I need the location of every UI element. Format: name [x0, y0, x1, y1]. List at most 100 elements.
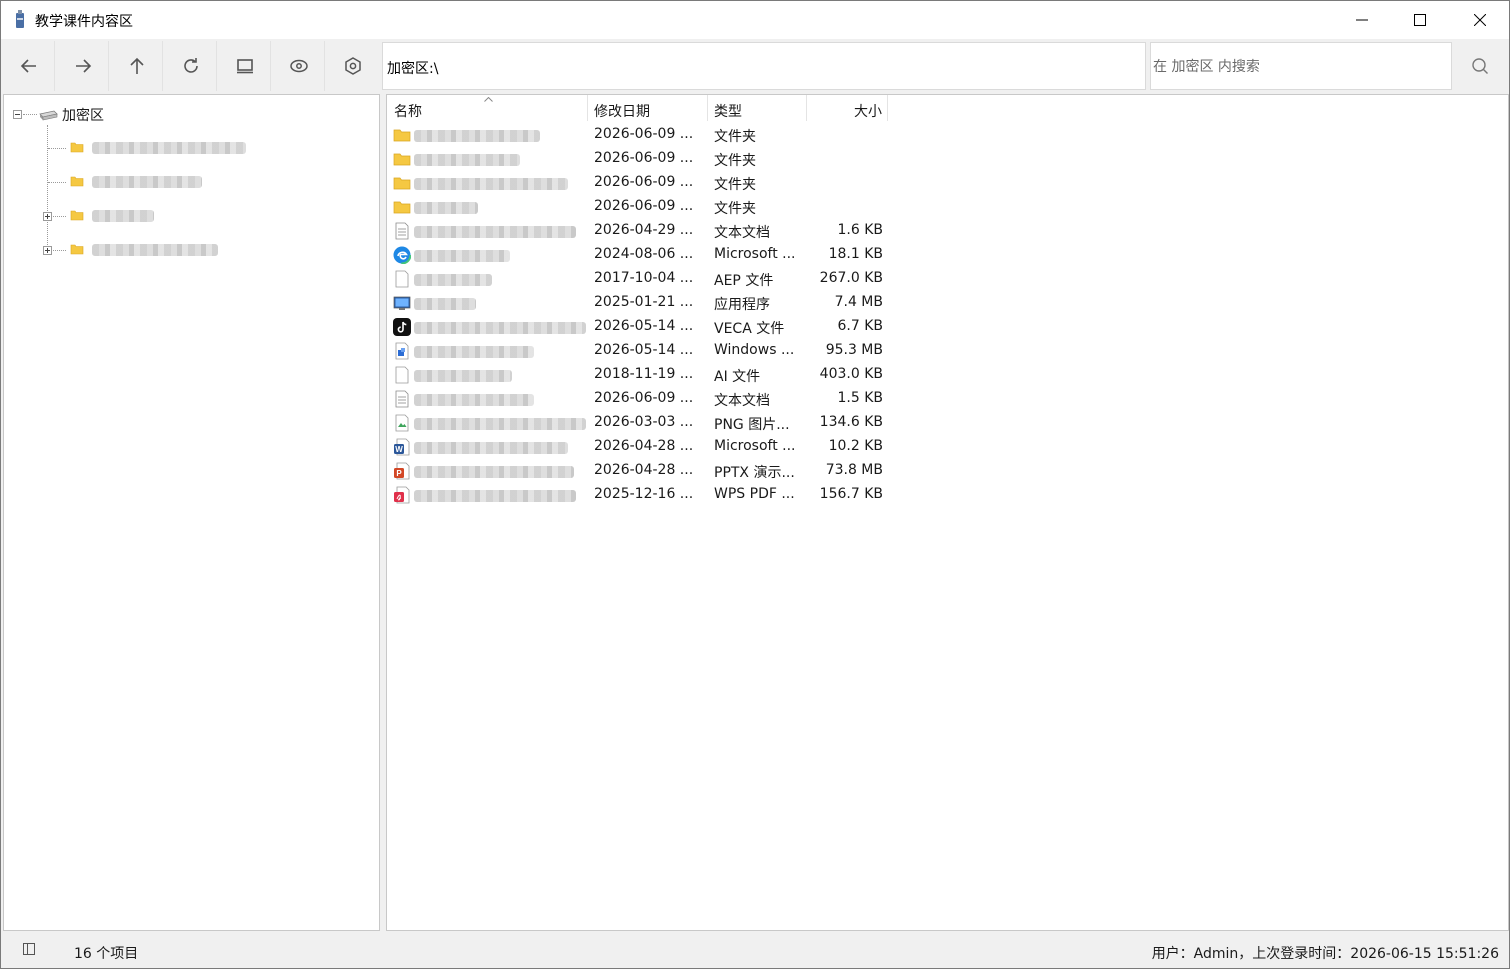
file-date: 2026-03-03 ... — [594, 414, 694, 430]
blank-file-icon — [395, 270, 409, 288]
address-bar[interactable]: 加密区:\ — [382, 42, 1146, 90]
file-type: AI 文件 — [714, 369, 761, 385]
close-icon — [1474, 14, 1486, 26]
file-date: 2017-10-04 ... — [594, 270, 694, 286]
settings-button[interactable] — [327, 41, 379, 91]
file-type: 文本文档 — [714, 225, 770, 241]
file-date: 2025-12-16 ... — [594, 486, 694, 502]
status-bar: 16 个项目 用户：Admin，上次登录时间：2026-06-15 15:51:… — [1, 932, 1509, 968]
svg-text:P: P — [396, 469, 402, 478]
file-type: WPS PDF ... — [714, 486, 795, 502]
file-row[interactable]: 2026-05-14 ... Windows ... 95.3 MB — [387, 339, 887, 363]
file-date: 2026-06-09 ... — [594, 126, 694, 142]
file-date: 2018-11-19 ... — [594, 366, 694, 382]
file-row[interactable]: 2026-04-29 ... 文本文档 1.6 KB — [387, 219, 887, 243]
folder-icon — [393, 177, 411, 190]
maximize-icon — [1414, 14, 1426, 26]
maximize-button[interactable] — [1391, 1, 1449, 39]
image-file-icon — [395, 414, 409, 432]
file-row[interactable]: 2026-06-09 ... 文件夹 — [387, 123, 887, 147]
search-button[interactable] — [1456, 42, 1504, 90]
file-row[interactable]: 2018-11-19 ... AI 文件 403.0 KB — [387, 363, 887, 387]
search-box[interactable] — [1150, 42, 1452, 90]
title-bar: 教学课件内容区 — [1, 1, 1509, 39]
folder-icon — [70, 176, 84, 187]
close-button[interactable] — [1451, 1, 1509, 39]
file-row[interactable]: 2026-06-09 ... 文件夹 — [387, 195, 887, 219]
user-login-info: 用户：Admin，上次登录时间：2026-06-15 15:51:26 — [1151, 946, 1499, 962]
tree-item-label[interactable] — [92, 210, 154, 222]
desktop-button[interactable] — [219, 41, 271, 91]
file-size: 1.5 KB — [837, 390, 884, 406]
file-type: 文件夹 — [714, 201, 756, 217]
file-size: 403.0 KB — [819, 366, 883, 382]
wps-pdf-icon — [394, 486, 410, 504]
up-arrow-icon — [129, 57, 144, 74]
drive-icon — [39, 110, 58, 121]
file-size: 95.3 MB — [825, 342, 883, 358]
back-arrow-icon — [20, 59, 36, 73]
installer-icon — [395, 342, 409, 360]
svg-text:W: W — [395, 445, 403, 454]
file-name — [414, 418, 586, 430]
file-row[interactable]: 2025-01-21 ... 应用程序 7.4 MB — [387, 291, 887, 315]
up-button[interactable] — [111, 41, 163, 91]
file-date: 2026-05-14 ... — [594, 318, 694, 334]
blank-file-icon — [395, 366, 409, 384]
refresh-icon — [183, 58, 198, 73]
folder-icon — [70, 210, 84, 221]
search-input[interactable] — [1153, 55, 1443, 79]
powerpoint-icon: P — [394, 462, 410, 480]
file-date: 2026-06-09 ... — [594, 390, 694, 406]
file-type: VECA 文件 — [714, 321, 785, 337]
panel-toggle-icon[interactable] — [22, 942, 36, 956]
file-row[interactable]: 2026-06-09 ... 文件夹 — [387, 147, 887, 171]
tree-item-label[interactable] — [92, 244, 218, 256]
file-row[interactable]: 2026-03-03 ... PNG 图片... 134.6 KB — [387, 411, 887, 435]
column-header-date[interactable]: 修改日期 — [588, 95, 708, 121]
file-name — [414, 154, 520, 166]
address-path: 加密区:\ — [387, 61, 439, 77]
sort-ascending-icon — [484, 97, 493, 102]
tree-item-label[interactable] — [92, 142, 246, 154]
file-row[interactable]: 2026-05-14 ... VECA 文件 6.7 KB — [387, 315, 887, 339]
file-type: Microsoft ... — [714, 246, 796, 262]
tree-item-label[interactable] — [92, 176, 202, 188]
eye-icon — [289, 59, 308, 73]
tree-expand-toggle[interactable] — [43, 212, 52, 221]
forward-button[interactable] — [57, 41, 109, 91]
file-name — [414, 226, 576, 238]
preview-button[interactable] — [273, 41, 325, 91]
file-type: 应用程序 — [714, 297, 770, 313]
minimize-button[interactable] — [1333, 1, 1391, 39]
application-icon — [393, 296, 411, 310]
file-row[interactable]: 2026-06-09 ... 文本文档 1.5 KB — [387, 387, 887, 411]
tree-root-label[interactable]: 加密区 — [62, 105, 104, 125]
refresh-button[interactable] — [165, 41, 217, 91]
file-name — [414, 322, 586, 334]
column-header-type[interactable]: 类型 — [708, 95, 807, 121]
file-type: AEP 文件 — [714, 273, 774, 289]
file-row[interactable]: 2017-10-04 ... AEP 文件 267.0 KB — [387, 267, 887, 291]
tree-expand-toggle[interactable] — [43, 246, 52, 255]
file-date: 2026-05-14 ... — [594, 342, 694, 358]
file-size: 156.7 KB — [819, 486, 883, 502]
column-header-size[interactable]: 大小 — [807, 95, 888, 121]
tree-collapse-toggle[interactable] — [13, 110, 22, 119]
file-row[interactable]: P 2026-04-28 ... PPTX 演示... 73.8 MB — [387, 459, 887, 483]
monitor-icon — [236, 59, 253, 74]
file-name — [414, 442, 568, 454]
back-button[interactable] — [3, 41, 55, 91]
file-row[interactable]: W 2026-04-28 ... Microsoft ... 10.2 KB — [387, 435, 887, 459]
edge-icon — [393, 246, 411, 264]
tiktok-icon — [393, 318, 411, 336]
file-name — [414, 394, 534, 406]
file-row[interactable]: 2026-06-09 ... 文件夹 — [387, 171, 887, 195]
file-row[interactable]: 2025-12-16 ... WPS PDF ... 156.7 KB — [387, 483, 887, 507]
app-icon — [16, 10, 24, 28]
column-header-name[interactable]: 名称 — [387, 95, 588, 121]
text-file-icon — [395, 390, 409, 408]
folder-icon — [70, 244, 84, 255]
file-row[interactable]: 2024-08-06 ... Microsoft ... 18.1 KB — [387, 243, 887, 267]
file-date: 2025-01-21 ... — [594, 294, 694, 310]
